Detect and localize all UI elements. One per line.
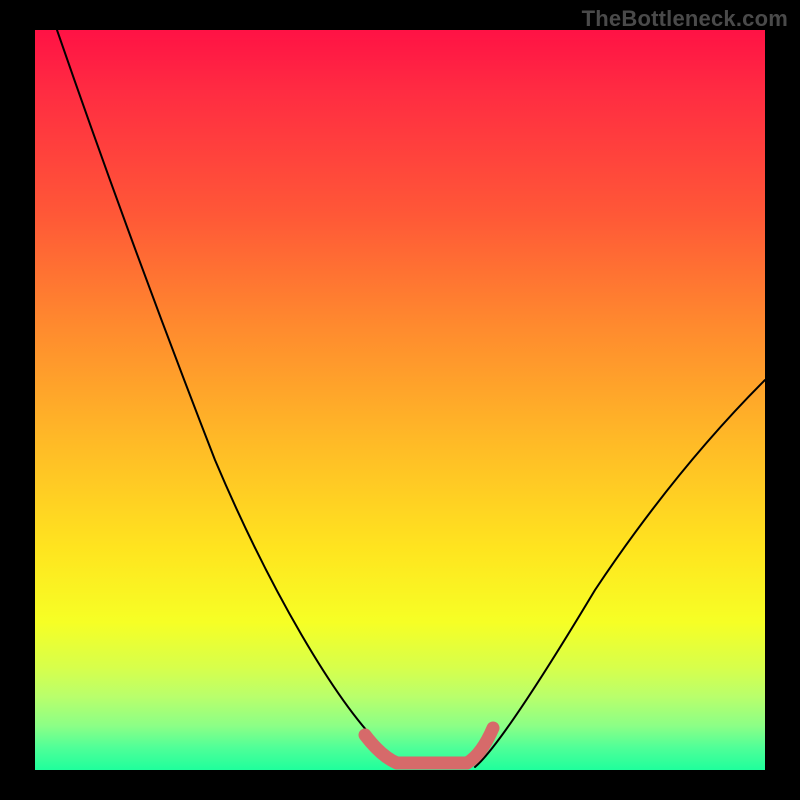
curve-right [475,380,765,767]
chart-svg [35,30,765,770]
plot-area [35,30,765,770]
valley-marker-right [467,728,493,763]
chart-frame: TheBottleneck.com [0,0,800,800]
curve-left [57,30,415,767]
watermark-text: TheBottleneck.com [582,6,788,32]
